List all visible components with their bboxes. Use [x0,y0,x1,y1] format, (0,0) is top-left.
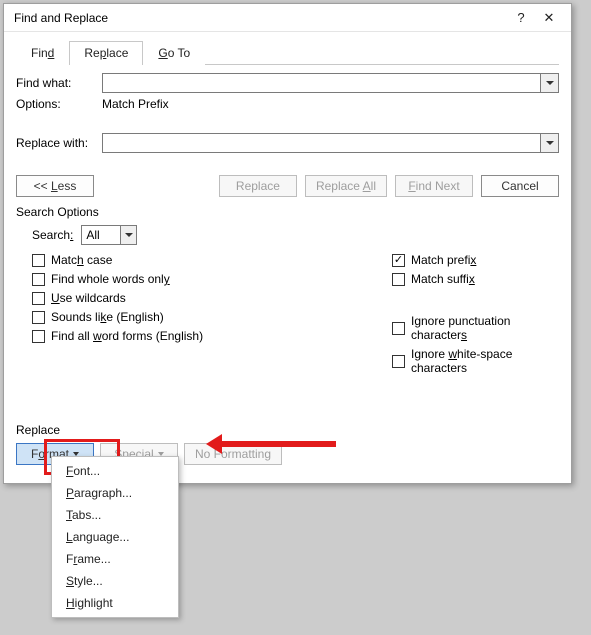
match-case-checkbox[interactable]: Match case [32,253,372,267]
ignore-whitespace-checkbox[interactable]: Ignore white-space characters [392,347,559,375]
menu-style[interactable]: Style... [52,570,178,592]
titlebar: Find and Replace ? ✕ [4,4,571,32]
menu-language[interactable]: Language... [52,526,178,548]
tab-find[interactable]: Find [16,41,69,65]
replace-all-button[interactable]: Replace All [305,175,387,197]
search-direction-row: Search: All [32,225,559,245]
menu-font[interactable]: Font... [52,460,178,482]
menu-paragraph[interactable]: Paragraph... [52,482,178,504]
match-prefix-checkbox[interactable]: Match prefix [392,253,559,267]
replace-with-text[interactable] [103,134,540,152]
find-what-label: Find what: [16,76,102,90]
cancel-button[interactable]: Cancel [481,175,559,197]
find-next-button[interactable]: Find Next [395,175,473,197]
options-value: Match Prefix [102,97,169,111]
find-what-row: Find what: [16,73,559,93]
use-wildcards-checkbox[interactable]: Use wildcards [32,291,372,305]
close-button[interactable]: ✕ [535,8,563,28]
whole-words-checkbox[interactable]: Find whole words only [32,272,372,286]
replace-button[interactable]: Replace [219,175,297,197]
action-button-row: << Less Replace Replace All Find Next Ca… [16,175,559,197]
dialog-title: Find and Replace [14,11,507,25]
sounds-like-checkbox[interactable]: Sounds like (English) [32,310,372,324]
dialog-content: Find Replace Go To Find what: Options: M… [4,32,571,387]
word-forms-checkbox[interactable]: Find all word forms (English) [32,329,372,343]
checkbox-columns: Match case Find whole words only Use wil… [32,253,559,375]
match-suffix-checkbox[interactable]: Match suffix [392,272,559,286]
replace-with-label: Replace with: [16,136,102,150]
find-what-dropdown[interactable] [540,74,558,92]
left-column: Match case Find whole words only Use wil… [32,253,372,375]
annotation-arrow [212,432,340,456]
chevron-down-icon [125,233,133,237]
menu-highlight[interactable]: Highlight [52,592,178,614]
menu-frame[interactable]: Frame... [52,548,178,570]
options-row: Options: Match Prefix [16,97,559,111]
find-what-text[interactable] [103,74,540,92]
search-options-title: Search Options [16,205,559,219]
replace-with-row: Replace with: [16,133,559,153]
options-label: Options: [16,97,102,111]
search-direction-select[interactable]: All [81,225,137,245]
tab-goto[interactable]: Go To [143,41,205,65]
replace-with-input[interactable] [102,133,559,153]
menu-tabs[interactable]: Tabs... [52,504,178,526]
format-dropdown-menu: Font... Paragraph... Tabs... Language...… [51,456,179,618]
replace-with-dropdown[interactable] [540,134,558,152]
chevron-down-icon [546,81,554,85]
chevron-down-icon [546,141,554,145]
tab-replace[interactable]: Replace [69,41,143,65]
help-button[interactable]: ? [507,8,535,28]
tab-strip: Find Replace Go To [16,40,559,65]
right-column: Match prefix Match suffix Ignore punctua… [392,253,559,375]
ignore-punctuation-checkbox[interactable]: Ignore punctuation characters [392,314,559,342]
find-what-input[interactable] [102,73,559,93]
less-button[interactable]: << Less [16,175,94,197]
search-direction-value: All [82,226,120,244]
search-direction-label: Search: [32,228,73,242]
find-replace-dialog: Find and Replace ? ✕ Find Replace Go To … [3,3,572,484]
search-direction-dropdown[interactable] [120,226,136,244]
